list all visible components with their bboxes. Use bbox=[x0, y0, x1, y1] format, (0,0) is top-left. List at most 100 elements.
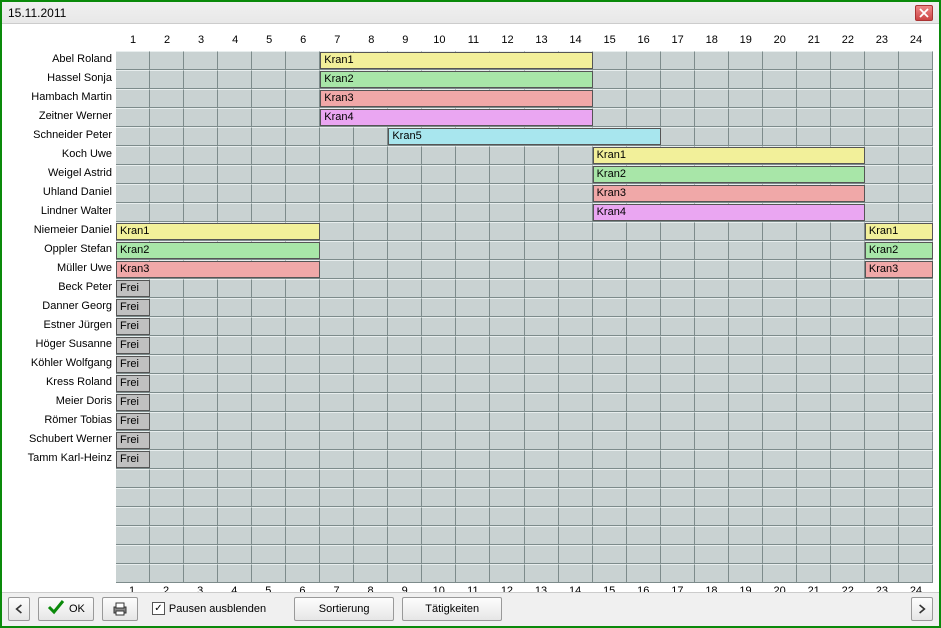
column-footer: 10 bbox=[422, 583, 456, 592]
gantt-bar[interactable]: Frei bbox=[116, 451, 150, 468]
column-header: 10 bbox=[422, 32, 456, 51]
gantt-row[interactable]: Frei bbox=[116, 317, 933, 336]
column-footer: 22 bbox=[831, 583, 865, 592]
gantt-row[interactable]: Kran2 bbox=[116, 165, 933, 184]
gantt-bar[interactable]: Kran1 bbox=[865, 223, 933, 240]
ok-button[interactable]: OK bbox=[38, 597, 94, 621]
gantt-bar[interactable]: Kran4 bbox=[593, 204, 865, 221]
column-footer: 16 bbox=[626, 583, 660, 592]
gantt-bar[interactable]: Frei bbox=[116, 394, 150, 411]
row-label: Niemeier Daniel bbox=[9, 222, 116, 241]
gantt-row[interactable]: Kran5 bbox=[116, 127, 933, 146]
gantt-bar[interactable]: Frei bbox=[116, 356, 150, 373]
column-header: 13 bbox=[525, 32, 559, 51]
prev-button[interactable] bbox=[8, 597, 30, 621]
gantt-row[interactable]: Frei bbox=[116, 393, 933, 412]
column-footer: 1 bbox=[115, 583, 149, 592]
column-header: 14 bbox=[559, 32, 593, 51]
gantt-row[interactable]: Frei bbox=[116, 374, 933, 393]
column-header: 24 bbox=[899, 32, 933, 51]
print-button[interactable] bbox=[102, 597, 138, 621]
gantt-row[interactable]: Kran1 bbox=[116, 51, 933, 70]
column-footer: 7 bbox=[319, 583, 353, 592]
next-button[interactable] bbox=[911, 597, 933, 621]
checkmark-icon bbox=[47, 599, 65, 618]
printer-icon bbox=[111, 601, 129, 617]
column-header: 9 bbox=[388, 32, 422, 51]
gantt-bar[interactable]: Frei bbox=[116, 413, 150, 430]
gantt-bar[interactable]: Kran1 bbox=[593, 147, 865, 164]
row-label: Lindner Walter bbox=[9, 203, 116, 222]
gantt-bar[interactable]: Frei bbox=[116, 375, 150, 392]
gantt-row[interactable]: Frei bbox=[116, 279, 933, 298]
gantt-bar[interactable]: Kran3 bbox=[320, 90, 592, 107]
gantt-chart[interactable]: 123456789101112131415161718192021222324A… bbox=[8, 32, 933, 583]
gantt-bar[interactable]: Kran3 bbox=[593, 185, 865, 202]
gantt-row[interactable]: Frei bbox=[116, 298, 933, 317]
sort-button[interactable]: Sortierung bbox=[294, 597, 394, 621]
column-header: 3 bbox=[184, 32, 218, 51]
column-header: 1 bbox=[116, 32, 150, 51]
column-header: 20 bbox=[763, 32, 797, 51]
row-label: Beck Peter bbox=[9, 279, 116, 298]
column-footer: 5 bbox=[251, 583, 285, 592]
gantt-row[interactable]: Kran3 bbox=[116, 184, 933, 203]
gantt-bar[interactable]: Frei bbox=[116, 299, 150, 316]
column-header: 12 bbox=[490, 32, 524, 51]
gantt-row[interactable]: Kran1 Kran1 bbox=[116, 222, 933, 241]
column-footer: 20 bbox=[763, 583, 797, 592]
gantt-bar[interactable]: Kran3 bbox=[865, 261, 933, 278]
gantt-row[interactable]: Frei bbox=[116, 450, 933, 469]
row-label: Oppler Stefan bbox=[9, 241, 116, 260]
pausen-label: Pausen ausblenden bbox=[169, 603, 266, 615]
column-footer: 6 bbox=[285, 583, 319, 592]
gantt-bar[interactable]: Frei bbox=[116, 318, 150, 335]
row-label: Schneider Peter bbox=[9, 127, 116, 146]
column-footer: 13 bbox=[524, 583, 558, 592]
gantt-bar[interactable]: Kran2 bbox=[116, 242, 320, 259]
column-header: 8 bbox=[354, 32, 388, 51]
gantt-row[interactable]: Frei bbox=[116, 412, 933, 431]
gantt-bar[interactable]: Kran3 bbox=[116, 261, 320, 278]
gantt-bar[interactable]: Frei bbox=[116, 432, 150, 449]
gantt-row[interactable]: Frei bbox=[116, 431, 933, 450]
column-footer: 17 bbox=[660, 583, 694, 592]
row-label: Schubert Werner bbox=[9, 431, 116, 450]
row-label: Hambach Martin bbox=[9, 89, 116, 108]
row-label: Meier Doris bbox=[9, 393, 116, 412]
gantt-row[interactable]: Kran4 bbox=[116, 203, 933, 222]
gantt-row[interactable]: Kran2 bbox=[116, 70, 933, 89]
close-icon bbox=[919, 8, 929, 18]
pausen-checkbox[interactable]: ✓ bbox=[152, 602, 165, 615]
gantt-row[interactable]: Frei bbox=[116, 355, 933, 374]
column-footer: 14 bbox=[558, 583, 592, 592]
row-label: Kress Roland bbox=[9, 374, 116, 393]
gantt-bar[interactable]: Frei bbox=[116, 280, 150, 297]
column-footer: 9 bbox=[388, 583, 422, 592]
column-header: 19 bbox=[729, 32, 763, 51]
column-footer: 18 bbox=[694, 583, 728, 592]
gantt-row[interactable]: Frei bbox=[116, 336, 933, 355]
row-label: Zeitner Werner bbox=[9, 108, 116, 127]
content-area: 123456789101112131415161718192021222324A… bbox=[2, 24, 939, 592]
gantt-bar[interactable]: Kran2 bbox=[320, 71, 592, 88]
column-footer: 23 bbox=[865, 583, 899, 592]
gantt-row[interactable]: Kran3 Kran3 bbox=[116, 260, 933, 279]
column-header: 4 bbox=[218, 32, 252, 51]
activities-button[interactable]: Tätigkeiten bbox=[402, 597, 502, 621]
gantt-bar[interactable]: Kran5 bbox=[388, 128, 660, 145]
gantt-bar[interactable]: Kran1 bbox=[116, 223, 320, 240]
close-button[interactable] bbox=[915, 5, 933, 21]
gantt-row[interactable]: Kran4 bbox=[116, 108, 933, 127]
gantt-bar[interactable]: Kran1 bbox=[320, 52, 592, 69]
gantt-bar[interactable]: Frei bbox=[116, 337, 150, 354]
gantt-bar[interactable]: Kran4 bbox=[320, 109, 592, 126]
row-label: Abel Roland bbox=[9, 51, 116, 70]
row-label: Müller Uwe bbox=[9, 260, 116, 279]
gantt-bar[interactable]: Kran2 bbox=[865, 242, 933, 259]
gantt-bar[interactable]: Kran2 bbox=[593, 166, 865, 183]
column-footer: 2 bbox=[149, 583, 183, 592]
gantt-row[interactable]: Kran2 Kran2 bbox=[116, 241, 933, 260]
gantt-row[interactable]: Kran1 bbox=[116, 146, 933, 165]
gantt-row[interactable]: Kran3 bbox=[116, 89, 933, 108]
